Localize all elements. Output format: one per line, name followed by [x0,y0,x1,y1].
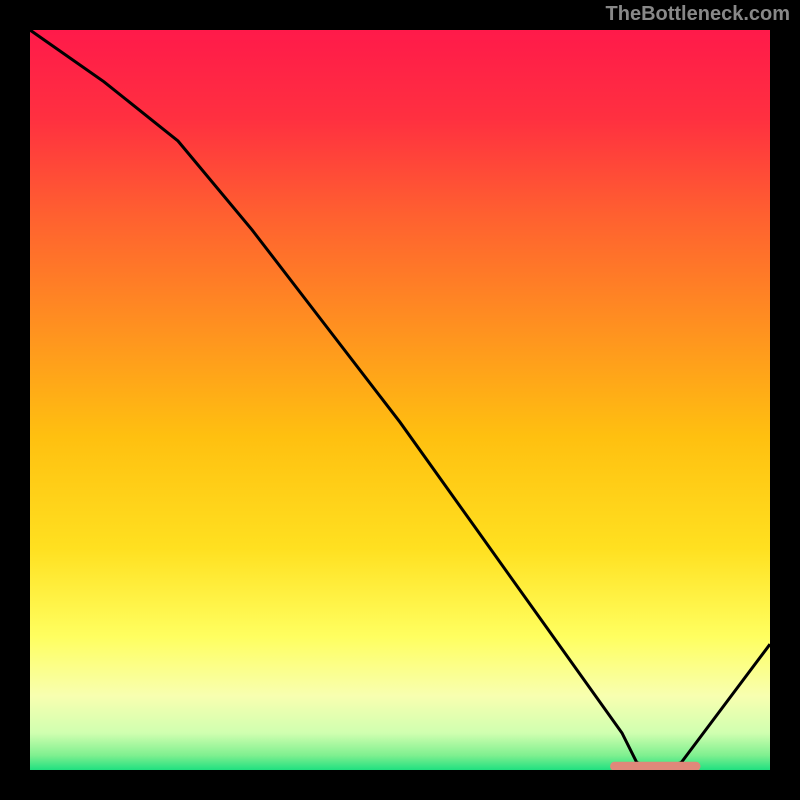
chart-container: TheBottleneck.com [0,0,800,800]
gradient-background [30,30,770,770]
plot-area [30,30,770,770]
watermark-text: TheBottleneck.com [606,3,790,26]
chart-svg [30,30,770,770]
